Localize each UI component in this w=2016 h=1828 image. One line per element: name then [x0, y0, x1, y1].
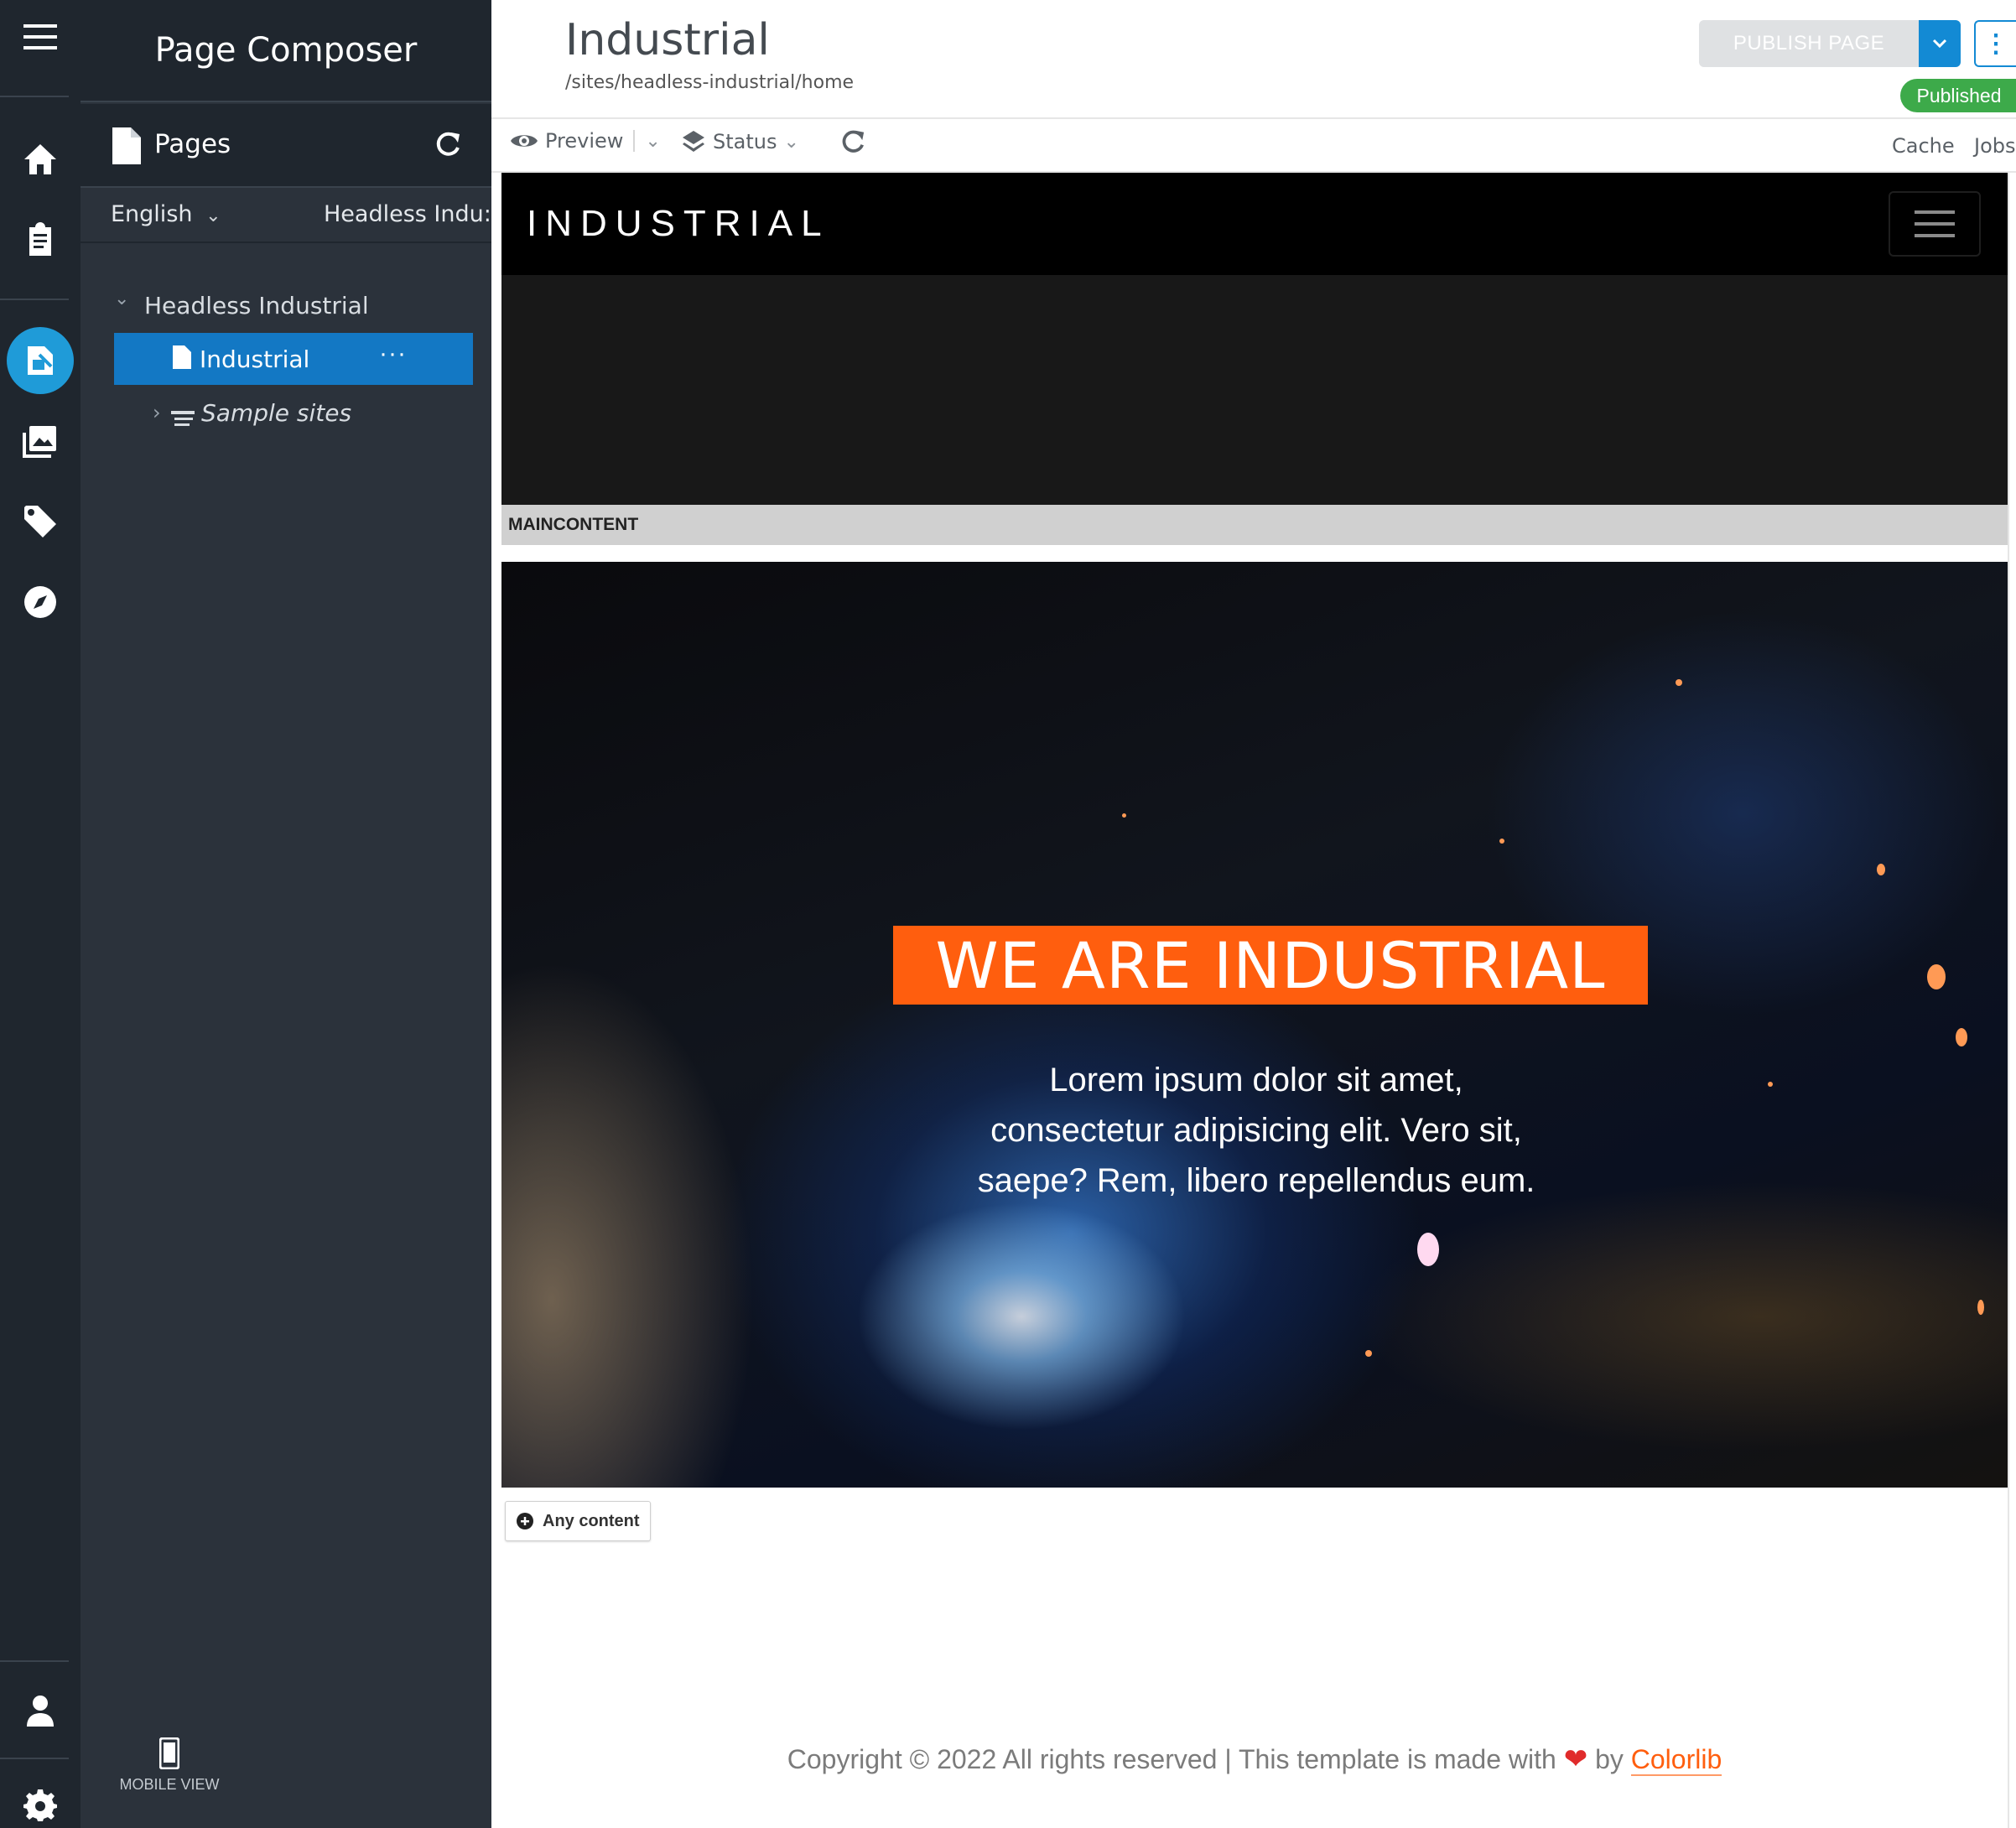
hamburger-line — [1915, 234, 1955, 237]
cache-link[interactable]: Cache — [1892, 134, 1955, 158]
preview-label: Preview — [545, 129, 624, 153]
tag-icon[interactable] — [0, 496, 81, 547]
language-site-row: English ⌄ Headless Indu: ⌄ — [81, 190, 491, 243]
divider — [633, 130, 636, 152]
more-options-icon[interactable]: ··· — [379, 340, 407, 368]
site-select[interactable]: Headless Indu: ⌄ — [324, 201, 491, 227]
icon-rail — [0, 0, 81, 1828]
tree-item-label: Sample sites — [201, 399, 352, 427]
status-badge: Published — [1900, 79, 2016, 112]
more-actions-button[interactable]: ⋮ — [1974, 20, 2016, 67]
composer-toolbar: Preview ⌄ Status ⌄ Cache Jobs — [491, 119, 2016, 173]
chevron-down-icon[interactable]: ⌄ — [114, 288, 129, 309]
page-title: Industrial — [565, 15, 770, 65]
publish-page-button[interactable]: PUBLISH PAGE — [1699, 20, 1919, 67]
rail-divider — [0, 96, 69, 97]
user-icon[interactable] — [0, 1685, 81, 1736]
list-icon — [171, 406, 195, 434]
preview-button[interactable]: Preview ⌄ — [510, 129, 661, 153]
footer-text: Copyright © 2022 All rights reserved | T… — [787, 1744, 1556, 1774]
pages-label: Pages — [154, 129, 231, 159]
spark — [1676, 679, 1682, 686]
hamburger-line — [1915, 210, 1955, 214]
menu-icon[interactable] — [0, 12, 81, 62]
spark — [1877, 864, 1885, 875]
mobile-view-button[interactable]: MOBILE VIEW — [111, 1737, 228, 1794]
colorlib-link[interactable]: Colorlib — [1630, 1744, 1722, 1776]
kebab-icon: ⋮ — [1983, 29, 2008, 58]
hero-lead-line: consectetur adipisicing elit. Vero sit, — [990, 1112, 1522, 1149]
refresh-icon[interactable] — [434, 131, 461, 162]
chevron-down-icon — [1932, 39, 1947, 49]
media-icon[interactable] — [0, 416, 81, 466]
heart-icon: ❤ — [1563, 1743, 1588, 1775]
chevron-right-icon[interactable]: › — [153, 401, 161, 424]
spark — [1417, 1233, 1439, 1266]
footer-by: by — [1595, 1744, 1624, 1774]
tree-item-industrial[interactable]: Industrial ··· — [114, 333, 473, 385]
chevron-down-icon[interactable]: ⌄ — [645, 131, 660, 152]
site-navbar: INDUSTRIAL — [501, 173, 2008, 275]
chevron-down-icon: ⌄ — [783, 131, 799, 153]
area-label-bar[interactable]: MAINCONTENT — [501, 505, 2008, 545]
pages-header: Pages — [81, 104, 491, 188]
page-composer-nav[interactable] — [0, 327, 81, 394]
document-icon — [112, 127, 141, 169]
spark — [1927, 964, 1946, 989]
hero-lead-line: saepe? Rem, libero repellendus eum. — [977, 1162, 1535, 1199]
language-value: English — [111, 201, 193, 227]
any-content-label: Any content — [543, 1511, 640, 1530]
tree-item-label: Industrial — [200, 345, 310, 373]
spark — [1499, 839, 1504, 844]
mobile-view-label: MOBILE VIEW — [119, 1776, 220, 1793]
phone-icon — [159, 1737, 179, 1769]
site-brand[interactable]: INDUSTRIAL — [527, 203, 830, 245]
rail-divider — [0, 1660, 69, 1662]
spark — [1956, 1028, 1967, 1046]
home-icon[interactable] — [0, 134, 81, 184]
preview-edge — [2008, 173, 2016, 1828]
status-button[interactable]: Status ⌄ — [681, 129, 799, 154]
hero-headline: WE ARE INDUSTRIAL — [893, 926, 1648, 1005]
refresh-icon — [842, 130, 865, 153]
language-select[interactable]: English ⌄ — [111, 201, 221, 227]
spark — [1365, 1350, 1372, 1357]
app-title: Page Composer — [81, 0, 491, 102]
area-label: MAINCONTENT — [508, 515, 639, 534]
tree-item-label: Headless Industrial — [144, 292, 369, 319]
status-label: Status — [713, 130, 777, 153]
pages-panel: Page Composer Pages English ⌄ Headless I… — [81, 0, 491, 1828]
chevron-down-icon: ⌄ — [200, 205, 221, 226]
add-circle-icon — [517, 1513, 533, 1529]
publish-options-button[interactable] — [1919, 20, 1961, 67]
settings-icon[interactable] — [0, 1781, 81, 1828]
clipboard-icon[interactable] — [0, 215, 81, 265]
hamburger-line — [1915, 222, 1955, 226]
hero-lead-line: Lorem ipsum dolor sit amet, — [1049, 1062, 1463, 1098]
page-path: /sites/headless-industrial/home — [565, 72, 855, 93]
compass-icon[interactable] — [0, 577, 81, 627]
refresh-button[interactable] — [840, 129, 865, 154]
page-header: Industrial /sites/headless-industrial/ho… — [491, 0, 2016, 119]
any-content-button[interactable]: Any content — [505, 1501, 651, 1541]
page-composer-icon — [7, 327, 74, 394]
hero-lead: Lorem ipsum dolor sit amet, consectetur … — [921, 1055, 1592, 1206]
page-preview: INDUSTRIAL MAINCONTENT WE ARE INDUSTRIAL… — [501, 173, 2008, 1828]
layers-icon — [683, 131, 704, 152]
spark — [1977, 1300, 1984, 1315]
page-icon — [173, 345, 191, 373]
dark-section — [501, 275, 2008, 505]
jobs-link[interactable]: Jobs — [1974, 134, 2016, 158]
hero-section: WE ARE INDUSTRIAL Lorem ipsum dolor sit … — [501, 562, 2008, 1488]
site-value: Headless Indu: — [324, 201, 491, 227]
spark — [1768, 1082, 1773, 1087]
rail-divider — [0, 299, 69, 300]
eye-icon — [511, 135, 538, 147]
rail-divider — [0, 1758, 69, 1759]
hamburger-menu-button[interactable] — [1889, 191, 1981, 257]
spark — [1122, 813, 1126, 818]
site-footer: Copyright © 2022 All rights reserved | T… — [501, 1742, 2008, 1776]
